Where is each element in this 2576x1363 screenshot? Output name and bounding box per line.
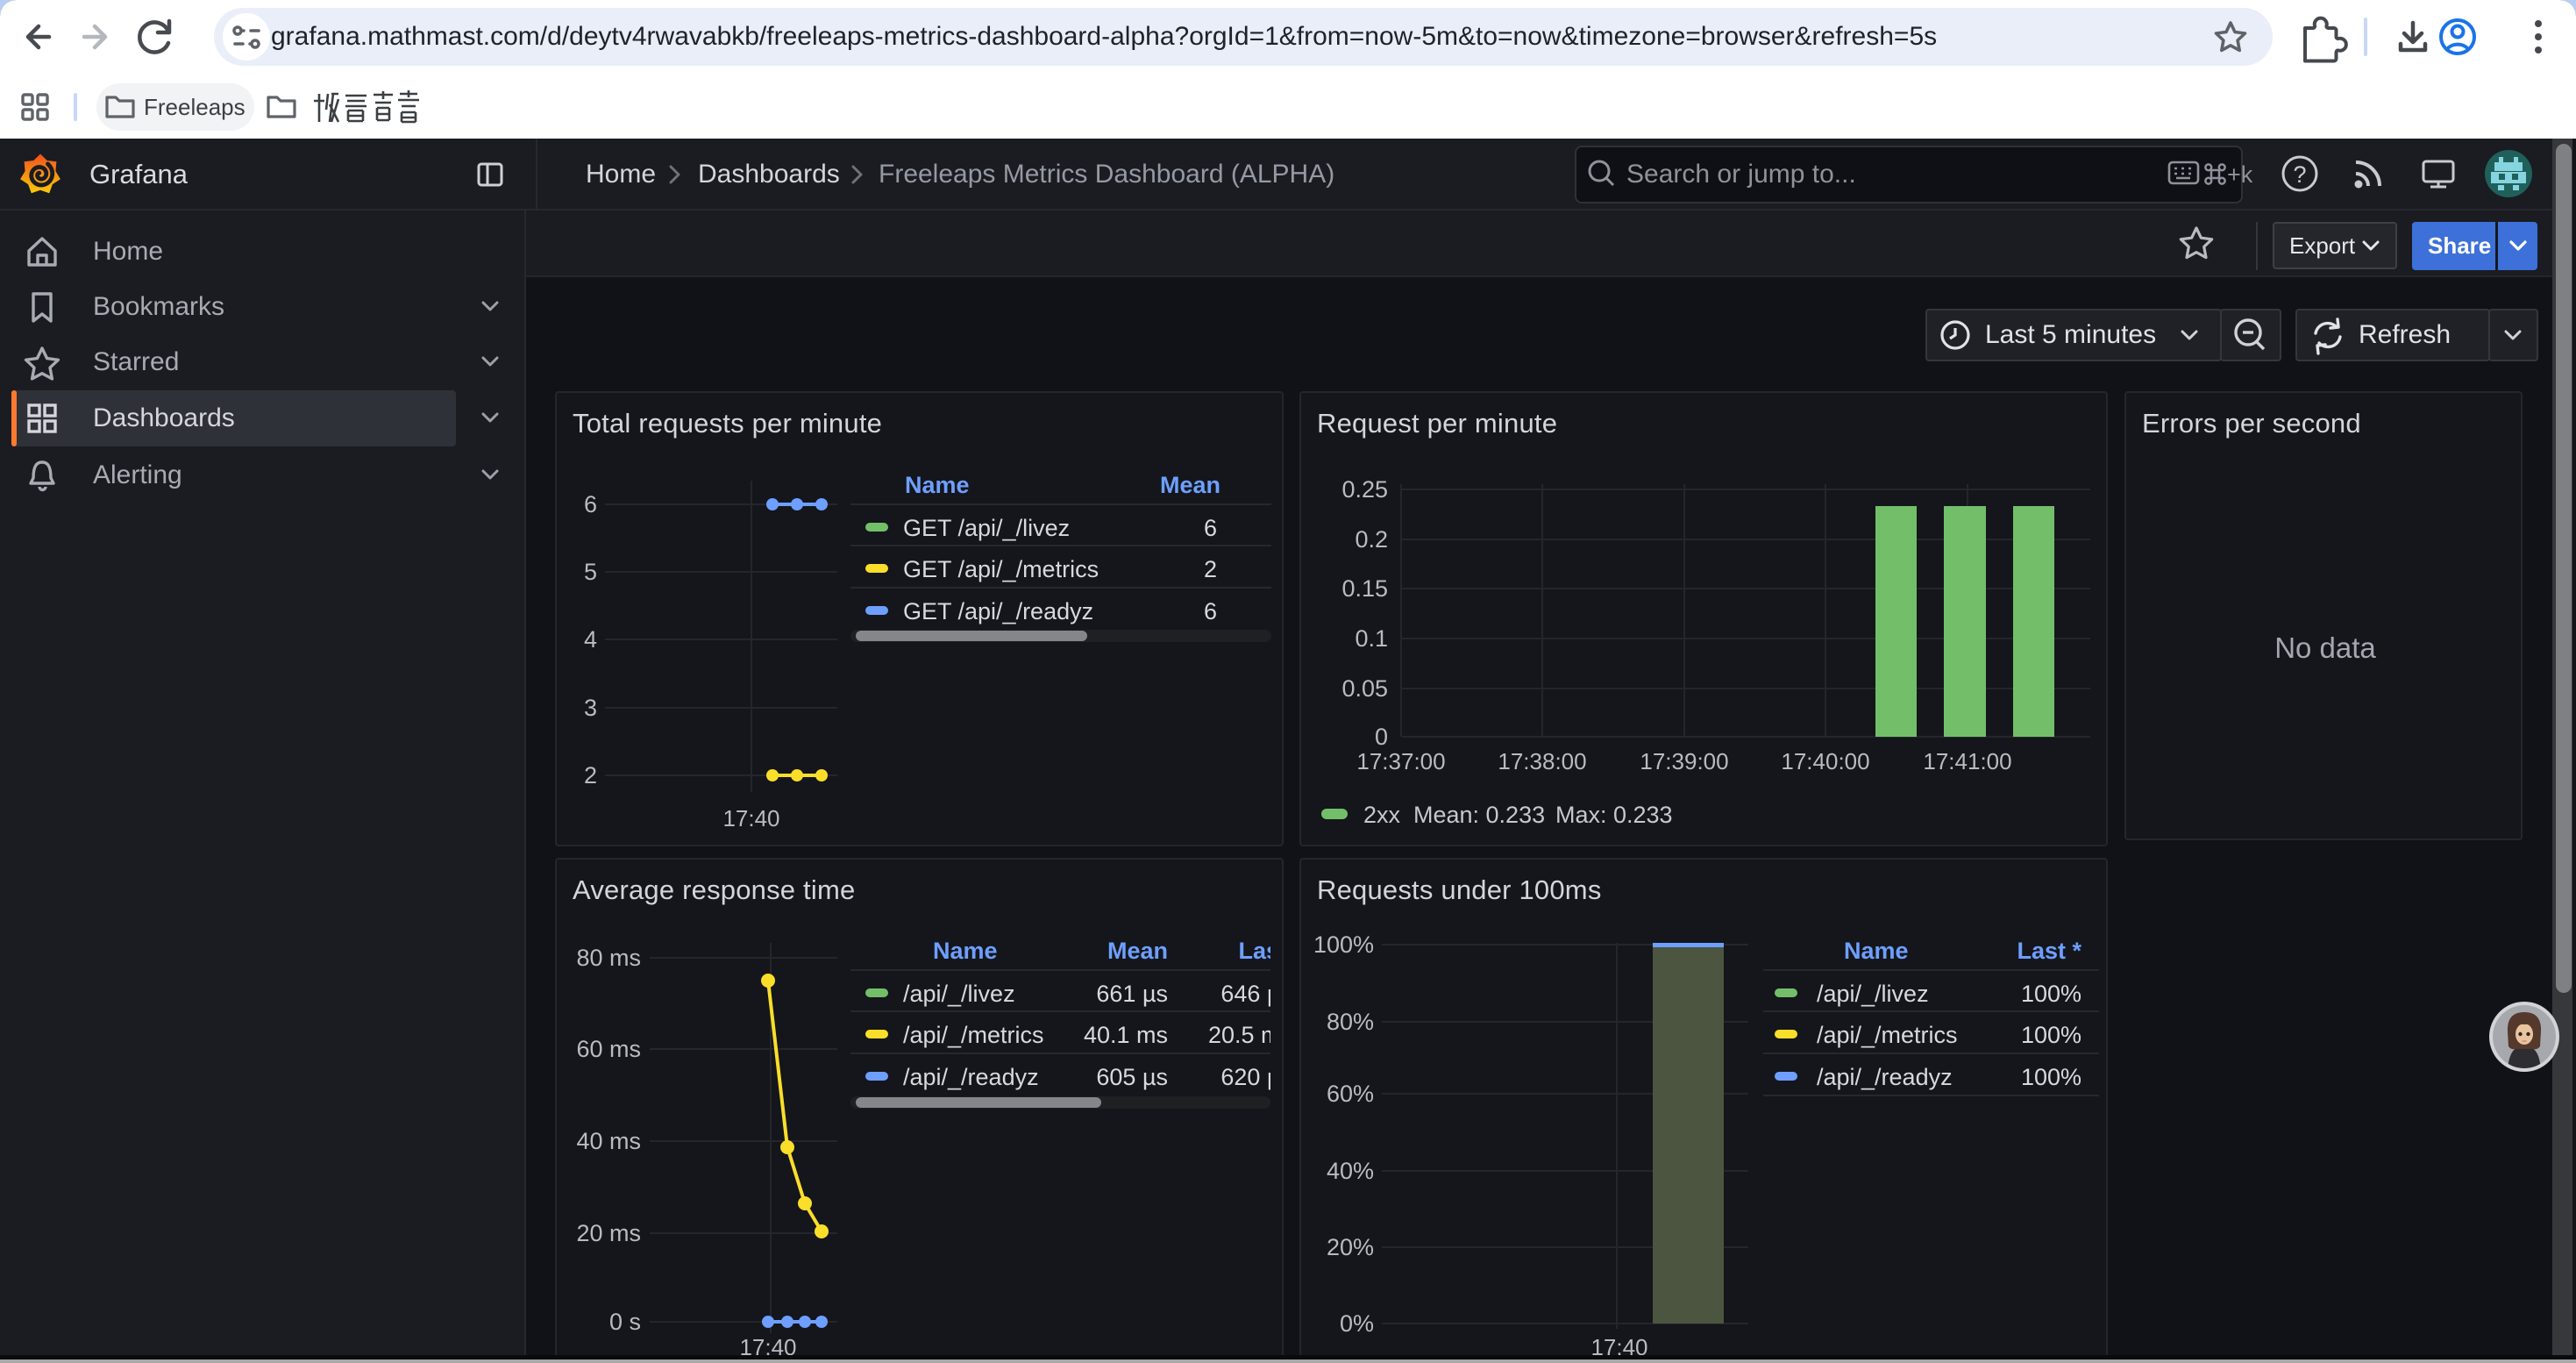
svg-text:40 ms: 40 ms — [576, 1128, 641, 1154]
svg-text:0.2: 0.2 — [1355, 526, 1388, 553]
svg-text:20%: 20% — [1327, 1234, 1374, 1260]
svg-text:20 ms: 20 ms — [576, 1220, 641, 1246]
svg-text:17:37:00: 17:37:00 — [1356, 748, 1445, 774]
svg-text:4: 4 — [584, 626, 597, 653]
svg-text:2: 2 — [584, 762, 597, 789]
svg-text:0.1: 0.1 — [1355, 625, 1388, 652]
svg-text:17:39:00: 17:39:00 — [1640, 748, 1728, 774]
svg-text:0.25: 0.25 — [1341, 476, 1388, 503]
svg-text:0.05: 0.05 — [1341, 675, 1388, 702]
svg-text:Max: 0.233: Max: 0.233 — [1555, 802, 1673, 828]
svg-text:40%: 40% — [1327, 1158, 1374, 1184]
svg-text:60%: 60% — [1327, 1081, 1374, 1107]
svg-text:17:38:00: 17:38:00 — [1498, 748, 1586, 774]
svg-text:2xx: 2xx — [1363, 802, 1401, 828]
svg-text:3: 3 — [584, 695, 597, 721]
svg-text:100%: 100% — [1313, 931, 1374, 958]
svg-text:17:40: 17:40 — [722, 805, 779, 831]
svg-text:0%: 0% — [1340, 1310, 1374, 1337]
svg-text:0.15: 0.15 — [1341, 575, 1388, 602]
svg-text:Mean: 0.233: Mean: 0.233 — [1413, 802, 1545, 828]
svg-text:?: ? — [2293, 161, 2306, 188]
svg-text:0 s: 0 s — [609, 1309, 641, 1335]
svg-text:6: 6 — [584, 491, 597, 517]
svg-text:17:41:00: 17:41:00 — [1923, 748, 2011, 774]
svg-text:0: 0 — [1375, 724, 1388, 750]
svg-text:80%: 80% — [1327, 1009, 1374, 1035]
svg-text:17:40:00: 17:40:00 — [1781, 748, 1869, 774]
svg-text:5: 5 — [584, 559, 597, 585]
